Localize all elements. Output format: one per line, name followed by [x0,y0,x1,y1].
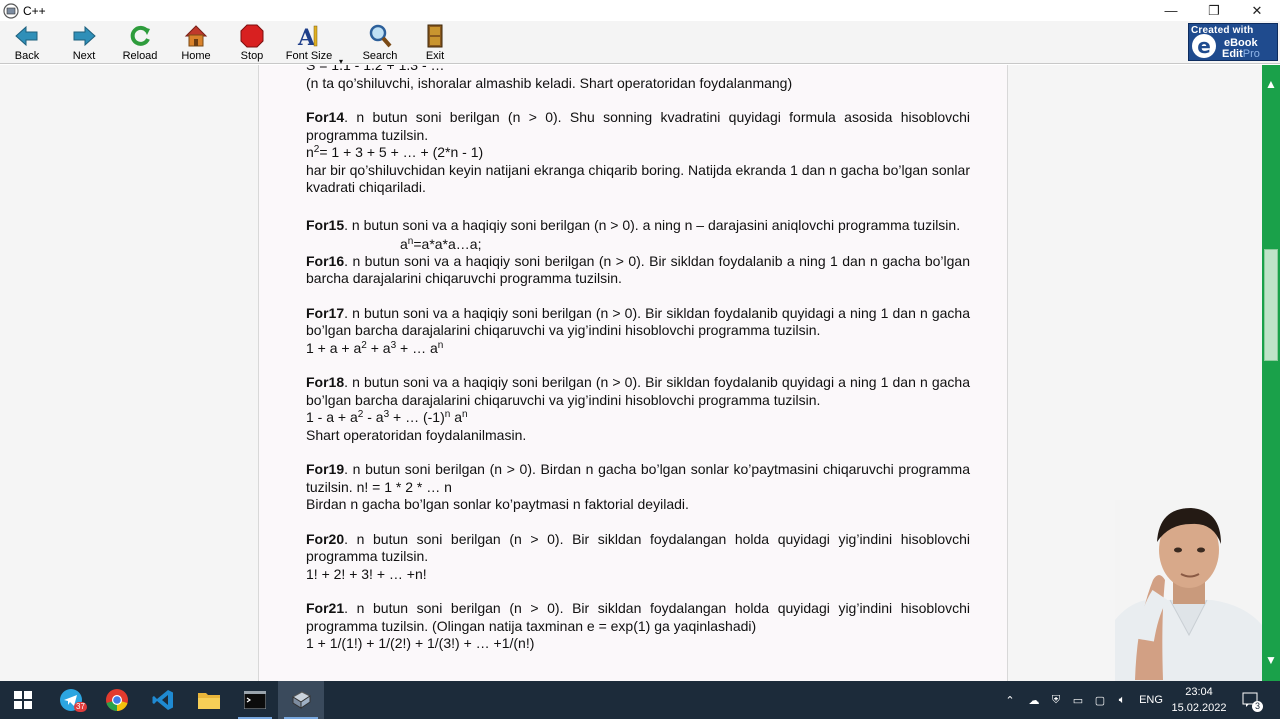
search-button[interactable]: Search [354,23,406,63]
exit-button[interactable]: Exit [409,23,461,63]
webcam-presenter-image [1115,500,1262,681]
tray-network-icon[interactable]: ▢ [1090,681,1110,719]
exercise-for19: For19. n butun soni berilgan (n > 0). Bi… [306,461,970,495]
taskbar-file-explorer[interactable] [186,681,232,719]
exercise-for16: For16. n butun soni va a haqiqiy soni be… [306,252,970,287]
home-icon [184,25,208,47]
tray-language[interactable]: ENG [1136,681,1166,719]
tray-security-icon[interactable]: ⛨ [1046,681,1066,719]
tray-volume-icon[interactable]: 🔈︎ [1112,681,1132,719]
next-button[interactable]: Next [58,23,110,63]
tray-battery-icon[interactable]: ▭ [1068,681,1088,719]
exercise-for18: For18. n butun soni va a haqiqiy soni be… [306,374,970,408]
taskbar-ebook-app[interactable] [278,681,324,719]
tray-clock[interactable]: 23:04 15.02.2022 [1168,684,1230,716]
stop-button[interactable]: Stop [226,23,278,63]
title-bar: C++ — ❐ ✕ [0,0,1280,21]
font-size-icon: A [297,25,318,49]
windows-logo-icon [14,691,32,709]
search-icon [369,24,392,48]
telegram-unread-badge: 37 [74,702,87,712]
for19-note: Birdan n gacha bo’lgan sonlar ko’paytmas… [306,496,689,512]
folder-icon [198,693,220,709]
close-button[interactable]: ✕ [1234,0,1280,21]
ebook-edit-pro-logo: Created with e eBook EditPro [1188,23,1278,61]
for14-note: har bir qo’shiluvchidan keyin natijani e… [306,161,970,196]
start-button[interactable] [0,681,46,719]
vertical-scrollbar[interactable]: ▲ ▼ [1262,65,1280,681]
notification-count: 3 [1252,701,1264,712]
home-button[interactable]: Home [170,23,222,63]
chrome-icon [106,689,128,711]
clock-date: 15.02.2022 [1171,702,1227,714]
scroll-up-arrow-icon[interactable]: ▲ [1262,75,1280,93]
ebook-app-icon [292,691,311,709]
content-viewport[interactable]: S = 1.1 - 1.2 + 1.3 - … (n ta qo’shiluvc… [0,65,1262,681]
exercise-for14: For14. n butun soni berilgan (n > 0). Sh… [306,109,970,143]
for20-formula: 1! + 2! + 3! + … +n! [306,565,427,582]
terminal-icon [244,691,266,709]
exercise-for15: For15. n butun soni va a haqiqiy soni be… [306,216,961,233]
font-size-button[interactable]: A Font Size [283,23,335,63]
ebook-page: S = 1.1 - 1.2 + 1.3 - … (n ta qo’shiluvc… [258,65,1008,681]
scroll-down-arrow-icon[interactable]: ▼ [1262,651,1280,669]
exercise-for21: For21. n butun soni berilgan (n > 0). Bi… [306,600,970,634]
top-formula: S = 1.1 - 1.2 + 1.3 - … [306,65,445,73]
window-title: C++ [23,3,46,18]
toolbar: Back Next Reload Home Stop A Font Size ▾… [0,21,1280,66]
reload-button[interactable]: Reload [114,23,166,63]
exit-door-icon [427,24,443,48]
taskbar-terminal[interactable] [232,681,278,719]
taskbar-telegram[interactable]: 37 [48,681,94,719]
exercise-for20: For20. n butun soni berilgan (n > 0). Bi… [306,530,970,565]
svg-text:A: A [297,25,316,49]
tray-onedrive-icon[interactable]: ☁ [1024,681,1044,719]
minimize-button[interactable]: — [1148,0,1194,21]
reload-icon [130,25,150,46]
clock-time: 23:04 [1185,686,1213,698]
back-button[interactable]: Back [1,23,53,63]
top-note: (n ta qo’shiluvchi, ishoralar almashib k… [306,74,793,91]
notification-center-button[interactable]: 3 [1236,681,1266,719]
for14-formula: n2= 1 + 3 + 5 + … + (2*n - 1) [306,144,484,160]
restore-button[interactable]: ❐ [1191,0,1237,21]
exercise-for17: For17. n butun soni va a haqiqiy soni be… [306,304,970,339]
tray-show-hidden-icon[interactable]: ⌃ [1002,681,1018,719]
back-arrow-icon [15,25,38,47]
stop-icon [240,24,264,48]
for21-formula: 1 + 1/(1!) + 1/(2!) + 1/(3!) + … +1/(n!) [306,635,535,651]
taskbar-vscode[interactable] [140,681,186,719]
page-text: S = 1.1 - 1.2 + 1.3 - … (n ta qo’shiluvc… [306,65,970,653]
scrollbar-thumb[interactable] [1264,249,1278,361]
forward-arrow-icon [73,25,96,47]
for15-formula-inline: an=a*a*a…a; [400,236,482,252]
for18-note: Shart operatoridan foydalanilmasin. [306,426,527,443]
for18-formula: 1 - a + a2 - a3 + … (-1)n an [306,409,468,425]
app-book-icon [3,2,19,19]
vscode-icon [152,690,173,710]
taskbar-chrome[interactable] [94,681,140,719]
for17-formula: 1 + a + a2 + a3 + … an [306,339,444,356]
taskbar: 37 ⌃ ☁ ⛨ ▭ ▢ 🔈︎ ENG 23:04 15.02.2022 3 [0,681,1280,719]
